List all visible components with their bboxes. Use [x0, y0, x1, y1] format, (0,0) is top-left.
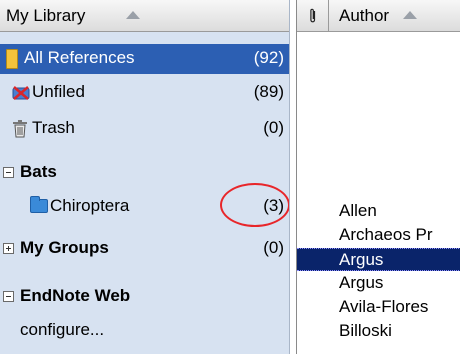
paperclip-icon	[310, 8, 316, 23]
group-all-references[interactable]: All References (92)	[0, 44, 289, 74]
references-pane: Author Allen Archaeos Pr Argus Argus Avi…	[296, 0, 460, 354]
reference-row[interactable]: Allen	[297, 200, 460, 223]
reference-author: Avila-Flores	[339, 297, 429, 316]
yellow-folder-icon	[6, 49, 18, 69]
reference-author: Argus	[339, 273, 384, 292]
reference-row[interactable]: Archaeos Pr	[297, 224, 460, 247]
group-trash[interactable]: Trash (0)	[0, 114, 289, 144]
attachment-column-header[interactable]	[297, 0, 329, 32]
group-set-endnote-web[interactable]: EndNote Web	[0, 282, 289, 312]
group-set-label: EndNote Web	[20, 286, 131, 305]
group-set-label: Bats	[20, 162, 57, 181]
group-label: Unfiled	[32, 82, 85, 101]
annotation-circle	[220, 183, 289, 227]
sort-ascending-icon	[403, 11, 417, 19]
reference-row[interactable]: Argus	[297, 272, 460, 295]
configure-link[interactable]: configure...	[0, 316, 289, 346]
reference-author: Argus	[339, 250, 384, 269]
collapse-icon[interactable]	[3, 167, 14, 178]
blue-folder-icon	[30, 196, 48, 213]
collapse-icon[interactable]	[3, 291, 14, 302]
reference-row[interactable]: Avila-Flores	[297, 296, 460, 319]
group-unfiled[interactable]: Unfiled (89)	[0, 78, 289, 108]
group-label: Trash	[32, 118, 75, 137]
group-count: (0)	[263, 238, 284, 257]
library-pane: My Library All References (92) Unfiled (…	[0, 0, 290, 354]
sort-ascending-icon	[126, 11, 140, 19]
group-label: All References	[24, 48, 135, 67]
reference-row-selected[interactable]: Argus	[297, 248, 460, 271]
unfiled-icon	[12, 86, 30, 100]
library-header-label: My Library	[6, 6, 86, 25]
reference-author: Archaeos Pr	[339, 225, 433, 244]
group-set-label: My Groups	[20, 238, 109, 257]
configure-label: configure...	[20, 320, 105, 339]
expand-icon[interactable]	[3, 243, 14, 254]
reference-author: Allen	[339, 201, 377, 220]
references-column-header: Author	[297, 0, 460, 32]
group-label: Chiroptera	[50, 196, 130, 215]
group-count: (89)	[253, 82, 284, 101]
reference-author: Billoski	[339, 321, 392, 340]
author-column-label[interactable]: Author	[339, 6, 389, 26]
group-count: (92)	[253, 48, 284, 67]
group-set-my-groups[interactable]: My Groups (0)	[0, 234, 289, 264]
reference-row[interactable]: Billoski	[297, 320, 460, 343]
library-column-header[interactable]: My Library	[0, 0, 289, 32]
group-count: (0)	[263, 118, 284, 137]
trash-icon	[13, 120, 27, 138]
